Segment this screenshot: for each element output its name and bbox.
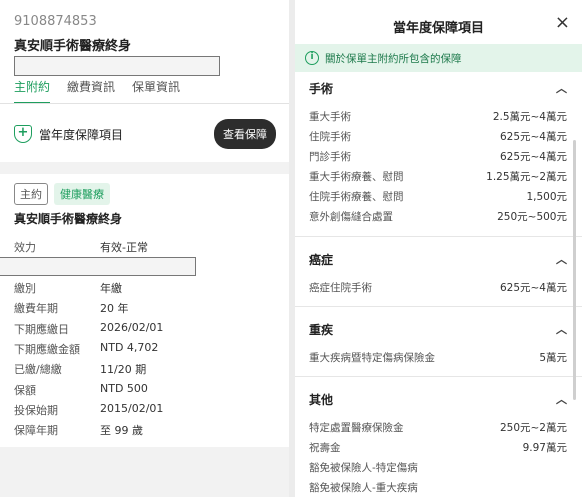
close-icon[interactable]: × bbox=[555, 14, 570, 32]
item-name: 住院手術 bbox=[309, 131, 351, 143]
info-value: 2015/02/01 bbox=[100, 402, 164, 415]
tabs-divider bbox=[0, 103, 289, 104]
section-header-other[interactable]: 其他 ︿ bbox=[309, 391, 567, 408]
contract-tag: 主約 bbox=[14, 183, 48, 205]
info-label: 效力 bbox=[14, 241, 36, 254]
policy-tabs: 主附約 繳費資訊 保單資訊 bbox=[14, 78, 180, 104]
view-coverage-button[interactable]: 查看保障 bbox=[214, 119, 276, 149]
tab-payment-info[interactable]: 繳費資訊 bbox=[67, 78, 115, 104]
chevron-up-icon[interactable]: ︿ bbox=[556, 391, 567, 408]
coverage-item: 意外創傷縫合處置 250元~500元 bbox=[309, 209, 567, 224]
redacted-field bbox=[14, 56, 220, 76]
item-amount: 9.97萬元 bbox=[522, 442, 567, 454]
info-value: 2026/02/01 bbox=[100, 321, 164, 334]
chevron-up-icon[interactable]: ︿ bbox=[556, 80, 567, 97]
coverage-label: 當年度保障項目 bbox=[39, 127, 124, 142]
redacted-field bbox=[0, 257, 196, 276]
plan-name: 真安順手術醫療終身 bbox=[14, 212, 123, 226]
info-value: 11/20 期 bbox=[100, 363, 147, 376]
item-amount: 5萬元 bbox=[539, 352, 567, 364]
section-separator bbox=[0, 162, 289, 174]
info-label: 下期應繳金額 bbox=[14, 343, 80, 356]
section-divider bbox=[295, 236, 582, 237]
bottom-separator bbox=[0, 447, 289, 497]
shield-plus-icon: + bbox=[14, 125, 32, 143]
scrollbar[interactable] bbox=[573, 140, 576, 400]
coverage-item: 特定處置醫療保險金 250元~2萬元 bbox=[309, 420, 567, 435]
info-value: NTD 4,702 bbox=[100, 341, 159, 354]
item-name: 豁免被保險人-特定傷病 bbox=[309, 462, 418, 474]
section-header-cancer[interactable]: 癌症 ︿ bbox=[309, 251, 567, 268]
item-amount: 2.5萬元~4萬元 bbox=[492, 111, 567, 123]
info-label: 投保始期 bbox=[14, 404, 58, 417]
item-amount: 250元~500元 bbox=[497, 211, 567, 223]
section-title: 癌症 bbox=[309, 253, 334, 267]
info-label: 已繳/總繳 bbox=[14, 363, 62, 376]
section-divider bbox=[295, 306, 582, 307]
section-title: 其他 bbox=[309, 393, 334, 407]
item-name: 祝壽金 bbox=[309, 442, 341, 454]
item-name: 特定處置醫療保險金 bbox=[309, 422, 404, 434]
info-value: 至 99 歲 bbox=[100, 424, 143, 437]
coverage-item: 重大手術 2.5萬元~4萬元 bbox=[309, 109, 567, 124]
item-amount: 625元~4萬元 bbox=[499, 282, 567, 294]
info-label: 下期應繳日 bbox=[14, 323, 69, 336]
policy-number: 9108874853 bbox=[14, 14, 97, 29]
coverage-item: 重大手術療養、慰問 1.25萬元~2萬元 bbox=[309, 169, 567, 184]
section-header-critical-illness[interactable]: 重疾 ︿ bbox=[309, 321, 567, 338]
item-name: 重大疾病暨特定傷病保險金 bbox=[309, 352, 435, 364]
coverage-item: 門診手術 625元~4萬元 bbox=[309, 149, 567, 164]
coverage-item: 癌症住院手術 625元~4萬元 bbox=[309, 280, 567, 295]
item-name: 癌症住院手術 bbox=[309, 282, 372, 294]
item-amount: 250元~2萬元 bbox=[499, 422, 567, 434]
notice-banner[interactable]: i 關於保單主附約所包含的保障 bbox=[295, 44, 582, 72]
tab-policy-info[interactable]: 保單資訊 bbox=[132, 78, 180, 104]
coverage-item: 住院手術療養、慰問 1,500元 bbox=[309, 189, 567, 204]
coverage-item: 住院手術 625元~4萬元 bbox=[309, 129, 567, 144]
coverage-modal: 當年度保障項目 × i 關於保單主附約所包含的保障 手術 ︿ 重大手術 2.5萬… bbox=[295, 0, 582, 497]
policy-name: 真安順手術醫療終身 bbox=[14, 39, 132, 54]
coverage-item: 豁免被保險人-特定傷病 bbox=[309, 460, 567, 475]
info-icon: i bbox=[305, 51, 319, 65]
policy-detail-panel: 9108874853 真安順手術醫療終身 主附約 繳費資訊 保單資訊 + 當年度… bbox=[0, 0, 289, 497]
item-amount: 1,500元 bbox=[526, 191, 567, 203]
section-title: 重疾 bbox=[309, 323, 334, 337]
category-tag: 健康醫療 bbox=[54, 183, 110, 205]
item-name: 意外創傷縫合處置 bbox=[309, 211, 393, 223]
info-value: 20 年 bbox=[100, 302, 129, 315]
section-divider bbox=[295, 376, 582, 377]
item-amount: 625元~4萬元 bbox=[499, 131, 567, 143]
item-name: 豁免被保險人-重大疾病 bbox=[309, 482, 418, 494]
coverage-row: + 當年度保障項目 查看保障 bbox=[14, 119, 276, 149]
item-name: 住院手術療養、慰問 bbox=[309, 191, 404, 203]
info-label: 保障年期 bbox=[14, 424, 58, 437]
section-header-surgery[interactable]: 手術 ︿ bbox=[309, 80, 567, 97]
section-title: 手術 bbox=[309, 82, 334, 96]
modal-title: 當年度保障項目 bbox=[392, 21, 484, 36]
info-label: 繳別 bbox=[14, 282, 36, 295]
item-name: 重大手術 bbox=[309, 111, 351, 123]
notice-text: 關於保單主附約所包含的保障 bbox=[325, 52, 462, 65]
tab-main-rider[interactable]: 主附約 bbox=[14, 78, 51, 104]
coverage-item: 祝壽金 9.97萬元 bbox=[309, 440, 567, 455]
item-amount: 625元~4萬元 bbox=[499, 151, 567, 163]
item-name: 重大手術療養、慰問 bbox=[309, 171, 404, 183]
info-value: 有效-正常 bbox=[100, 241, 148, 254]
info-value: NTD 500 bbox=[100, 382, 148, 395]
item-amount: 1.25萬元~2萬元 bbox=[486, 171, 567, 183]
plan-tags: 主約 健康醫療 bbox=[14, 183, 110, 205]
item-name: 門診手術 bbox=[309, 151, 351, 163]
chevron-up-icon[interactable]: ︿ bbox=[556, 321, 567, 338]
info-label: 繳費年期 bbox=[14, 302, 58, 315]
chevron-up-icon[interactable]: ︿ bbox=[556, 251, 567, 268]
coverage-item: 重大疾病暨特定傷病保險金 5萬元 bbox=[309, 350, 567, 365]
info-value: 年繳 bbox=[100, 282, 122, 295]
info-label: 保額 bbox=[14, 384, 36, 397]
coverage-item: 豁免被保險人-重大疾病 bbox=[309, 480, 567, 495]
